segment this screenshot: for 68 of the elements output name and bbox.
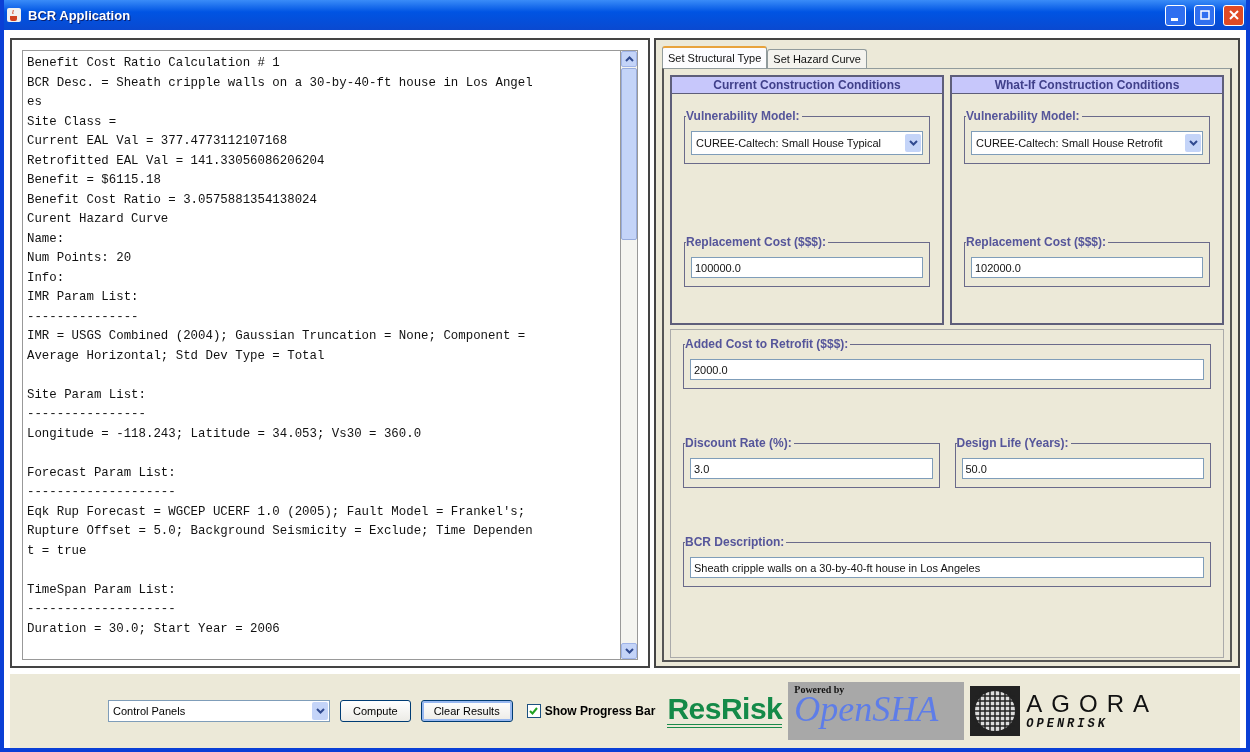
- scrollbar[interactable]: [620, 50, 638, 660]
- output-line: Longitude = -118.243; Latitude = 34.053; Vs30 = 360.0: [27, 425, 423, 443]
- output-line: t = true: [27, 542, 88, 560]
- output-line: Current EAL Val = 377.4773112107168: [27, 133, 289, 150]
- output-line: Num Points: 20: [27, 250, 133, 267]
- field-label: BCR Description:: [685, 535, 787, 549]
- field-label: Discount Rate (%):: [685, 436, 794, 450]
- output-line: Average Horizontal; Std Dev Type = Total: [27, 347, 326, 365]
- panel-dropdown[interactable]: Control Panels: [108, 700, 330, 722]
- action-button[interactable]: Compute: [340, 700, 411, 722]
- output-line: --------------------: [27, 601, 177, 618]
- output-line: Eqk Rup Forecast = WGCEP UCERF 1.0 (2005); Fault Model = Frankel's;: [27, 503, 527, 521]
- grid-globe-icon: [970, 686, 1021, 736]
- output-line: Info:: [27, 269, 66, 287]
- window-title: BCR Application: [28, 7, 132, 23]
- output-line: IMR Param List:: [27, 289, 140, 306]
- agora-logo: AGORA OPENRISK: [1026, 691, 1158, 731]
- cost-field[interactable]: 2000.0: [690, 359, 1204, 380]
- resrisk-logo: ResRisk: [667, 694, 783, 728]
- output-line: es: [27, 94, 43, 111]
- output-line: Site Param List:: [27, 386, 147, 404]
- minimize-icon: [1170, 17, 1178, 21]
- scroll-thumb[interactable]: [621, 68, 637, 240]
- cost-field[interactable]: 100000.0: [691, 257, 923, 278]
- output-line: Forecast Param List:: [27, 464, 177, 482]
- output-line: Curent Hazard Curve: [27, 211, 170, 228]
- output-line: Benefit Cost Ratio Calculation # 1: [27, 55, 281, 72]
- maximize-icon: [1199, 10, 1210, 20]
- panel-header: Current Construction Conditions: [672, 77, 942, 94]
- field-label: Added Cost to Retrofit ($$$):: [685, 337, 851, 351]
- vulnerability-dropdown[interactable]: CUREE-Caltech: Small House Typical: [691, 131, 923, 155]
- output-line: Rupture Offset = 5.0; Background Seismicity = Exclude; Time Dependen: [27, 523, 534, 540]
- minimize-button[interactable]: [1165, 4, 1186, 26]
- field-label: Vulnerability Model:: [686, 109, 802, 123]
- checkmark-icon: [529, 707, 539, 715]
- cost-field[interactable]: 102000.0: [971, 257, 1203, 278]
- output-line: ----------------: [27, 406, 147, 423]
- tab[interactable]: Set Hazard Curve: [767, 49, 867, 68]
- field-label: Replacement Cost ($$$):: [686, 235, 829, 249]
- description-field[interactable]: Sheath cripple walls on a 30-by-40-ft house in Los Angeles: [690, 557, 1204, 578]
- output-line: TimeSpan Param List:: [27, 581, 177, 599]
- close-button[interactable]: [1223, 4, 1244, 26]
- tab[interactable]: Set Structural Type: [662, 46, 768, 68]
- close-icon: [1228, 10, 1239, 20]
- field-label: Vulnerability Model:: [966, 109, 1082, 123]
- output-line: Retrofitted EAL Val = 141.33056086206204: [27, 152, 326, 170]
- vulnerability-dropdown[interactable]: CUREE-Caltech: Small House Retrofit: [971, 131, 1203, 155]
- scroll-up-button[interactable]: [621, 51, 637, 67]
- field-label: Design Life (Years):: [956, 436, 1071, 450]
- action-button[interactable]: Clear Results: [420, 700, 513, 722]
- coffee-cup-icon: [6, 7, 22, 23]
- field-label: Replacement Cost ($$$):: [966, 235, 1109, 249]
- output-line: Site Class =: [27, 113, 118, 131]
- maximize-button[interactable]: [1194, 4, 1215, 26]
- checkbox-label: Show Progress Bar: [544, 704, 656, 718]
- output-line: --------------------: [27, 484, 177, 501]
- output-line: Benefit = $6115.18: [27, 172, 162, 189]
- output-line: BCR Desc. = Sheath cripple walls on a 30-by-40-ft house in Los Angel: [27, 74, 534, 92]
- output-line: Duration = 30.0; Start Year = 2006: [27, 620, 281, 638]
- output-line: Benefit Cost Ratio = 3.0575881354138024: [27, 191, 318, 209]
- value-field[interactable]: 3.0: [690, 458, 933, 479]
- output-line: Name:: [27, 230, 66, 248]
- value-field[interactable]: 50.0: [961, 458, 1204, 479]
- output-line: IMR = USGS Combined (2004); Gaussian Truncation = None; Component =: [27, 328, 527, 345]
- scroll-down-button[interactable]: [621, 643, 637, 659]
- panel-header: What-If Construction Conditions: [952, 77, 1222, 94]
- checkbox[interactable]: [526, 704, 541, 718]
- output-line: ---------------: [27, 308, 140, 326]
